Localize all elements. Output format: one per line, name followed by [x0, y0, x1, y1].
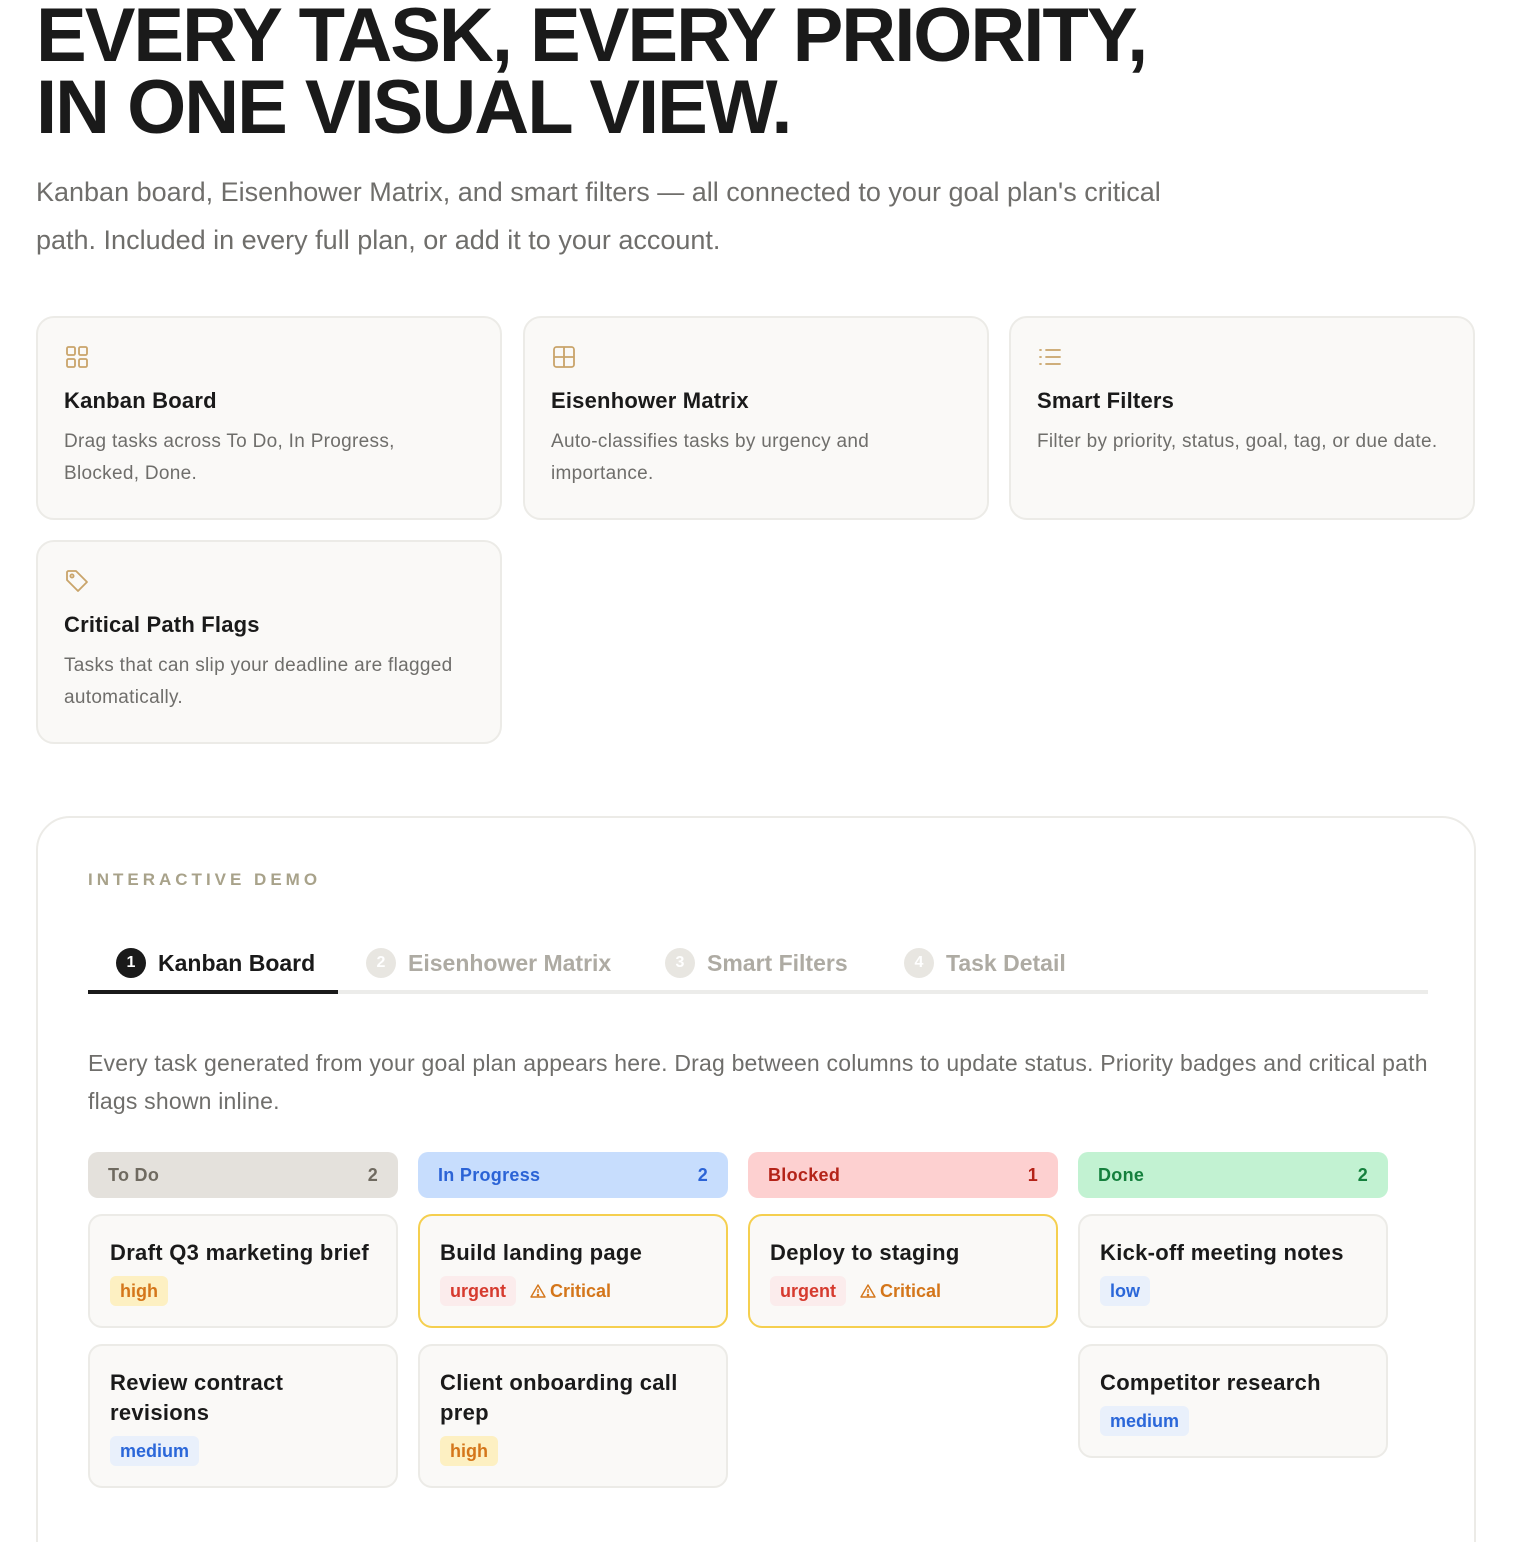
hero-title: EVERY TASK, EVERY PRIORITY, IN ONE VISUA… [36, 0, 1336, 150]
hero-subtitle: Kanban board, Eisenhower Matrix, and sma… [36, 177, 1161, 255]
tab-label: Smart Filters [707, 949, 848, 976]
tag-icon [66, 570, 88, 592]
feature-description: Tasks that can slip your deadline are fl… [64, 655, 453, 708]
tab-smart-filters[interactable]: 3 Smart Filters [665, 932, 848, 994]
warning-icon [860, 1284, 876, 1298]
task-card[interactable]: Competitor research medium [1078, 1344, 1388, 1458]
task-title: Review contract revisions [110, 1370, 284, 1425]
priority-badge: urgent [770, 1276, 846, 1306]
priority-badge: high [110, 1276, 168, 1306]
tab-number: 4 [904, 948, 934, 978]
column-title: In Progress [438, 1164, 541, 1185]
grid-icon [66, 346, 88, 368]
tab-number: 1 [116, 948, 146, 978]
feature-title: Smart Filters [1037, 388, 1175, 413]
task-card[interactable]: Review contract revisions medium [88, 1344, 398, 1488]
task-title: Draft Q3 marketing brief [110, 1240, 370, 1265]
tab-number: 2 [366, 948, 396, 978]
column-header: Done 2 [1078, 1152, 1388, 1198]
column-title: To Do [108, 1164, 160, 1185]
task-card[interactable]: Kick-off meeting notes low [1078, 1214, 1388, 1328]
kanban-column-done: Done 2 Kick-off meeting notes low Compet… [1078, 1152, 1388, 1458]
interactive-demo-panel: INTERACTIVE DEMO 1 Kanban Board 2 Eisenh… [36, 816, 1476, 1542]
tab-label: Kanban Board [158, 949, 316, 976]
warning-icon [530, 1284, 546, 1298]
critical-flag: Critical [530, 1281, 611, 1302]
task-title: Deploy to staging [770, 1240, 960, 1265]
list-icon [1039, 349, 1061, 365]
feature-title: Eisenhower Matrix [551, 388, 749, 413]
tab-task-detail[interactable]: 4 Task Detail [904, 932, 1066, 994]
kanban-column-in-progress: In Progress 2 Build landing page urgent … [418, 1152, 728, 1488]
demo-description: Every task generated from your goal plan… [88, 1050, 1428, 1114]
priority-badge: high [440, 1436, 498, 1466]
priority-badge: medium [110, 1436, 200, 1466]
critical-flag-label: Critical [550, 1280, 612, 1301]
demo-tabs: 1 Kanban Board 2 Eisenhower Matrix 3 Sma… [88, 932, 1428, 994]
column-count: 2 [697, 1164, 708, 1185]
priority-badge: urgent [440, 1276, 516, 1306]
feature-title: Critical Path Flags [64, 612, 260, 637]
tab-number: 3 [665, 948, 695, 978]
kanban-column-blocked: Blocked 1 Deploy to staging urgent Criti… [748, 1152, 1058, 1328]
tab-kanban-board[interactable]: 1 Kanban Board [116, 932, 315, 994]
feature-description: Filter by priority, status, goal, tag, o… [1037, 431, 1438, 452]
tab-label: Eisenhower Matrix [408, 949, 612, 976]
feature-description: Drag tasks across To Do, In Progress, Bl… [64, 431, 395, 484]
feature-card-critical-path: Critical Path Flags Tasks that can slip … [36, 540, 502, 744]
column-header: To Do 2 [88, 1152, 398, 1198]
task-title: Build landing page [440, 1240, 643, 1265]
matrix-icon [553, 346, 575, 368]
active-tab-indicator [88, 990, 338, 994]
column-header: In Progress 2 [418, 1152, 728, 1198]
feature-description: Auto-classifies tasks by urgency and imp… [551, 431, 870, 484]
hero-title-line-2: IN ONE VISUAL VIEW. [36, 65, 793, 150]
feature-title: Kanban Board [64, 388, 217, 413]
feature-card-eisenhower: Eisenhower Matrix Auto-classifies tasks … [523, 316, 989, 520]
task-card[interactable]: Draft Q3 marketing brief high [88, 1214, 398, 1328]
task-card[interactable]: Client onboarding call prep high [418, 1344, 728, 1488]
kanban-column-todo: To Do 2 Draft Q3 marketing brief high Re… [88, 1152, 398, 1488]
task-card[interactable]: Build landing page urgent Critical [418, 1214, 728, 1328]
demo-eyebrow: INTERACTIVE DEMO [88, 870, 322, 889]
critical-flag: Critical [860, 1281, 941, 1302]
column-header: Blocked 1 [748, 1152, 1058, 1198]
task-card[interactable]: Deploy to staging urgent Critical [748, 1214, 1058, 1328]
column-title: Done [1098, 1164, 1145, 1185]
column-count: 2 [1357, 1164, 1368, 1185]
column-count: 2 [367, 1164, 378, 1185]
column-title: Blocked [768, 1164, 841, 1185]
task-title: Kick-off meeting notes [1100, 1240, 1344, 1265]
hero-title-line-1: EVERY TASK, EVERY PRIORITY, [36, 0, 1148, 78]
feature-card-kanban: Kanban Board Drag tasks across To Do, In… [36, 316, 502, 520]
feature-card-smart-filters: Smart Filters Filter by priority, status… [1009, 316, 1475, 520]
task-title: Competitor research [1100, 1370, 1321, 1395]
priority-badge: medium [1100, 1406, 1190, 1436]
priority-badge: low [1100, 1276, 1150, 1306]
column-count: 1 [1027, 1164, 1038, 1185]
tab-label: Task Detail [946, 949, 1066, 976]
tab-eisenhower-matrix[interactable]: 2 Eisenhower Matrix [366, 932, 611, 994]
critical-flag-label: Critical [880, 1280, 942, 1301]
task-title: Client onboarding call prep [440, 1370, 678, 1425]
